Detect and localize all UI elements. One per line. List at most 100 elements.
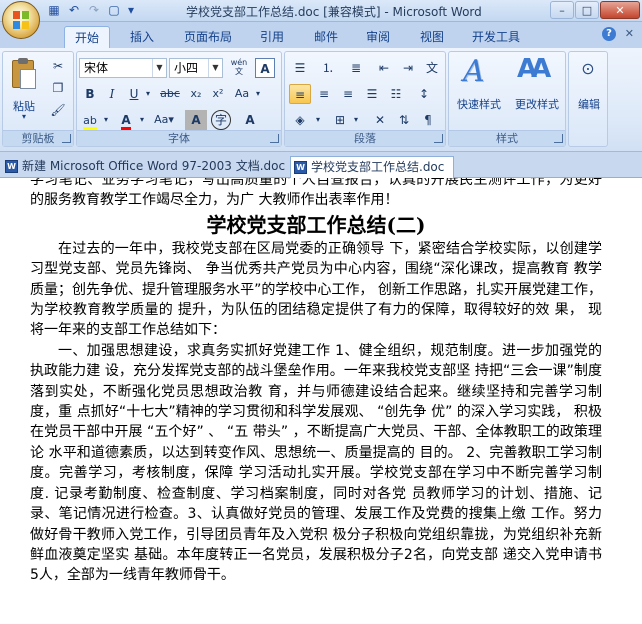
ribbon-tab-row: 开始 插入 页面布局 引用 邮件 审阅 视图 开发工具 [0,22,642,48]
title-bar: ▦ ↶ ↷ ▢ ▾ 学校党支部工作总结.doc [兼容模式] - Microso… [0,0,642,22]
paragraph-group-label: 段落 [285,130,445,146]
paragraph: 一、加强思想建设，求真务实抓好党建工作 1、健全组织，规范制度。进一步加强党的执… [30,342,602,584]
borders-icon[interactable]: ⊞ [329,110,351,130]
document-tab-bar: W 新建 Microsoft Office Word 97-2003 文档.do… [0,152,642,178]
highlight-icon[interactable]: ab [79,110,101,130]
char-border-icon[interactable]: A [255,58,275,78]
font-size-value: 小四 [174,61,199,75]
tab-review[interactable]: 审阅 [358,26,398,48]
phonetic-text: wén [230,58,248,67]
clipboard-launcher-icon[interactable] [62,134,71,143]
binoculars-icon[interactable]: ⊙ [577,58,599,80]
change-case-icon[interactable]: Aa [231,84,253,104]
decrease-indent-icon[interactable]: ⇤ [373,58,395,78]
close-button[interactable]: ✕ [600,1,640,19]
minimize-button[interactable]: – [550,1,574,19]
font-group: 宋体 ▼ 小四 ▼ wén 文 A B I U ▾ abc x₂ x² Aa ▾ … [76,51,282,147]
bullets-icon[interactable]: ☰ [289,58,311,78]
underline-icon[interactable]: U [123,84,145,104]
editing-button[interactable]: 编辑 [569,96,609,112]
clipboard-group: 粘贴 ▾ ✂ ❐ 🖌 剪贴板 [2,51,74,147]
enclose-char-icon[interactable]: 字 [211,110,231,130]
qat-dropdown-icon[interactable]: ▾ [126,2,136,18]
styles-group: A 快速样式 AA 更改样式 样式 [448,51,566,147]
tab-insert[interactable]: 插入 [122,26,162,48]
increase-indent-icon[interactable]: ⇥ [397,58,419,78]
tab-references[interactable]: 引用 [252,26,292,48]
change-styles-button[interactable]: 更改样式 [509,96,565,112]
doc-tab-active[interactable]: W 学校党支部工作总结.doc [290,156,454,178]
show-marks-icon[interactable]: ¶ [417,110,439,130]
doc-tab-new[interactable]: W 新建 Microsoft Office Word 97-2003 文档.do… [2,156,285,178]
tab-developer[interactable]: 开发工具 [464,26,528,48]
chevron-down-icon[interactable]: ▼ [208,59,222,77]
save-icon[interactable]: ▦ [46,2,62,18]
change-styles-icon[interactable]: AA [517,54,551,92]
shading-dropdown-icon[interactable]: ▾ [313,110,323,130]
clear-format-icon[interactable]: A [239,110,261,130]
paragraph: 在过去的一年中，我校党支部在区局党委的正确领导 下，紧密结合学校实际，以创建学习… [30,240,602,339]
format-painter-icon[interactable]: 🖌 [47,100,69,120]
font-group-label: 字体 [77,130,281,146]
tab-page-layout[interactable]: 页面布局 [176,26,240,48]
quick-styles-button[interactable]: 快速样式 [451,96,507,112]
shading-icon[interactable]: ◈ [289,110,311,130]
borders-dropdown-icon[interactable]: ▾ [351,110,361,130]
undo-icon[interactable]: ↶ [66,2,82,18]
ribbon-close-icon[interactable]: ✕ [625,27,634,40]
tab-mailings[interactable]: 邮件 [306,26,346,48]
quick-styles-icon[interactable]: A [463,54,493,92]
print-preview-icon[interactable]: ▢ [106,2,122,18]
font-size-grow-icon[interactable]: Aa▾ [151,110,177,130]
paste-icon[interactable] [9,58,37,92]
font-size-combo[interactable]: 小四 ▼ [169,58,223,78]
italic-icon[interactable]: I [101,84,123,104]
document-area[interactable]: 学习笔记、业务学习笔记，写出高质量的个人自查报告，认真的开展民主测评工作，为更好… [0,178,642,624]
quick-access-toolbar: ▦ ↶ ↷ ▢ ▾ [46,2,136,18]
document-page[interactable]: 学习笔记、业务学习笔记，写出高质量的个人自查报告，认真的开展民主测评工作，为更好… [30,178,602,586]
redo-icon[interactable]: ↷ [86,2,102,18]
font-name-combo[interactable]: 宋体 ▼ [79,58,167,78]
copy-icon[interactable]: ❐ [47,78,69,98]
word-doc-icon: W [5,160,18,173]
paste-dropdown-icon[interactable]: ▾ [17,112,31,121]
office-button[interactable] [2,1,40,39]
align-center-icon[interactable]: ≡ [313,84,335,104]
align-left-icon[interactable]: ≡ [289,84,311,104]
cut-icon[interactable]: ✂ [47,56,69,76]
font-color-dropdown-icon[interactable]: ▾ [137,110,147,130]
tab-view[interactable]: 视图 [412,26,452,48]
help-icon[interactable]: ? [602,27,616,41]
font-launcher-icon[interactable] [270,134,279,143]
justify-icon[interactable]: ☰ [361,84,383,104]
underline-dropdown-icon[interactable]: ▾ [143,84,153,104]
multilevel-list-icon[interactable]: ≣ [345,58,367,78]
subscript-icon[interactable]: x₂ [185,84,207,104]
change-case-dropdown-icon[interactable]: ▾ [253,84,263,104]
tab-home[interactable]: 开始 [64,26,110,48]
align-right-icon[interactable]: ≡ [337,84,359,104]
styles-launcher-icon[interactable] [554,134,563,143]
doc-tab-label: 新建 Microsoft Office Word 97-2003 文档.doc [22,159,286,173]
bold-icon[interactable]: B [79,84,101,104]
line-spacing-icon[interactable]: ↕ [413,84,435,104]
numbering-icon[interactable]: ⒈ [317,58,339,78]
highlight-dropdown-icon[interactable]: ▾ [101,110,111,130]
lead-paragraph: 学习笔记、业务学习笔记，写出高质量的个人自查报告，认真的开展民主测评工作，为更好… [30,178,602,209]
phonetic-guide-icon[interactable]: wén 文 [227,58,251,78]
strikethrough-icon[interactable]: abc [157,84,183,104]
chinese-layout-icon[interactable]: 文 [421,58,443,78]
distributed-icon[interactable]: ☷ [385,84,407,104]
editing-group: ⊙ 编辑 [568,51,608,147]
maximize-button[interactable]: □ [575,1,599,19]
paragraph-launcher-icon[interactable] [434,134,443,143]
window-title: 学校党支部工作总结.doc [兼容模式] - Microsoft Word [186,5,482,19]
char-shading-icon[interactable]: A [185,110,207,130]
sort-icon[interactable]: ⇅ [393,110,415,130]
document-heading: 学校党支部工作总结(二) [206,212,426,237]
font-color-icon[interactable]: A [115,110,137,130]
doc-tab-label: 学校党支部工作总结.doc [311,160,445,174]
asian-layout-icon[interactable]: ✕ [369,110,391,130]
chevron-down-icon[interactable]: ▼ [152,59,166,77]
superscript-icon[interactable]: x² [207,84,229,104]
